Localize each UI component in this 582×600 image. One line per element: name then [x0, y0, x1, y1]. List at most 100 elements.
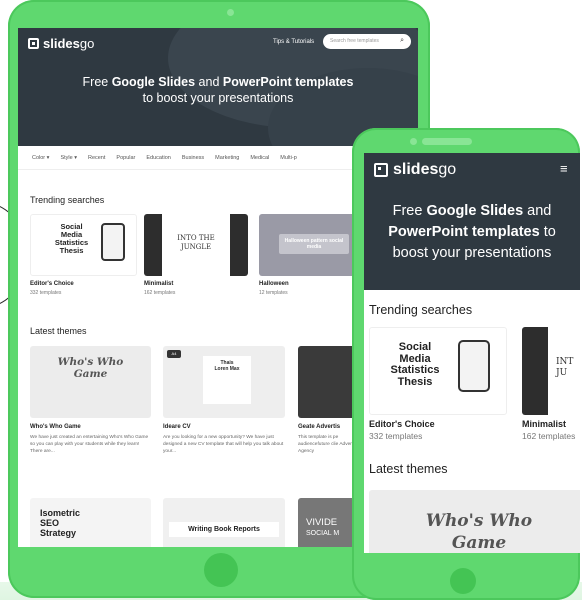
thumb-text: Isometric	[40, 508, 81, 518]
trending-count: 162 templates	[144, 290, 176, 296]
phone-logo[interactable]: slidesgo	[374, 161, 456, 179]
phone-hero-headline: Free Google Slides and PowerPoint templa…	[370, 201, 574, 264]
phone-trending-name[interactable]: Minimalist	[522, 419, 566, 429]
category-item[interactable]: Style ▾	[60, 155, 77, 161]
thumb-text: Who's Who	[57, 356, 124, 368]
phone-illustration-icon	[101, 223, 125, 261]
latest-desc: Are you looking for a new opportunity? W…	[163, 435, 284, 454]
latest-title: Latest themes	[30, 326, 87, 336]
category-item[interactable]: Recent	[88, 155, 105, 161]
phone-trending-thumb-minimalist[interactable]: INT JU	[522, 327, 580, 415]
phone-trending-count: 332 templates	[369, 431, 423, 441]
illustration-stage: slidesgo Tips & Tutorials Search free te…	[0, 0, 582, 600]
hamburger-menu-icon[interactable]: ≡	[560, 161, 568, 176]
search-icon[interactable]: ⌕	[400, 37, 404, 45]
search-input[interactable]: Search free templates ⌕	[323, 34, 411, 49]
hero-text: to	[539, 224, 556, 240]
slidesgo-logo-icon	[374, 163, 388, 177]
phone-camera	[410, 138, 417, 145]
category-item[interactable]: Popular	[116, 155, 135, 161]
trending-title: Trending searches	[30, 195, 105, 205]
thumb-text: Media	[399, 352, 431, 365]
leaf-decoration	[230, 214, 248, 276]
hero-text: Free	[392, 203, 427, 219]
cv-card: Thais Loren Max	[203, 356, 251, 404]
hero-bold: PowerPoint templates	[388, 224, 540, 240]
thumb-text: INT	[556, 357, 574, 367]
trending-name[interactable]: Halloween	[259, 281, 289, 287]
hero-text: and	[195, 75, 223, 89]
category-item[interactable]: Multi-p	[280, 155, 297, 161]
tips-link[interactable]: Tips & Tutorials	[273, 39, 314, 45]
hero-text: boost your presentations	[392, 245, 552, 261]
thumb-text: JU	[556, 368, 568, 378]
thumb-text: Game	[451, 533, 507, 553]
thumb-text: Statistics	[390, 364, 440, 376]
trending-thumb-minimalist[interactable]: INTO THE JUNGLE	[144, 214, 248, 276]
slidesgo-logo-icon	[28, 38, 39, 49]
tablet-hero: slidesgo Tips & Tutorials Search free te…	[18, 28, 418, 146]
thumb-text: Halloween pattern social media	[279, 234, 349, 254]
trending-count: 332 templates	[30, 290, 62, 296]
hero-bold: Google Slides	[111, 75, 196, 89]
latest-name[interactable]: Geate Advertis	[298, 424, 340, 430]
leaf-decoration	[522, 327, 548, 415]
phone-trending-thumb-editors-choice[interactable]: Social Media Statistics Thesis	[369, 327, 507, 415]
thumb-writing-book-reports[interactable]: Writing Book Reports	[163, 498, 285, 547]
thumb-text: JUNGLE	[180, 243, 212, 251]
leaf-decoration	[144, 214, 162, 276]
hero-text: and	[523, 203, 552, 219]
phone-speaker	[422, 138, 472, 145]
hero-bold: PowerPoint templates	[222, 75, 354, 89]
category-item[interactable]: Business	[182, 155, 204, 161]
category-item[interactable]: Education	[146, 155, 170, 161]
hero-bold: Google Slides	[426, 203, 524, 219]
trending-name[interactable]: Editor's Choice	[30, 281, 74, 287]
thumb-text: Social	[398, 341, 432, 353]
hero-text: Free	[82, 75, 112, 89]
phone-hero: slidesgo ≡ Free Google Slides and PowerP…	[364, 153, 580, 290]
phone-home-button[interactable]	[450, 568, 476, 594]
phone-illustration-icon	[458, 340, 490, 392]
thumb-text: Game	[73, 368, 108, 380]
trending-count: 12 templates	[259, 290, 288, 296]
hero-line2: to boost your presentations	[142, 91, 294, 105]
trending-name[interactable]: Minimalist	[144, 281, 173, 287]
thumb-isometric-seo[interactable]: Isometric SEO Strategy	[30, 498, 151, 547]
thumb-text: INTO THE	[177, 234, 215, 242]
tablet-logo[interactable]: slidesgo	[28, 36, 94, 51]
tablet-camera	[227, 9, 234, 16]
phone-latest-title: Latest themes	[369, 462, 448, 476]
thumb-text: Loren Max	[214, 366, 240, 372]
phone-screen: slidesgo ≡ Free Google Slides and PowerP…	[364, 153, 580, 553]
trending-thumb-halloween[interactable]: Halloween pattern social media	[259, 214, 363, 276]
thumb-text: SOCIAL M	[306, 530, 340, 537]
category-item[interactable]: Marketing	[215, 155, 239, 161]
phone-trending-name[interactable]: Editor's Choice	[369, 419, 435, 429]
category-item[interactable]: Color ▾	[32, 155, 49, 161]
thumb-text: VIVIDE	[306, 517, 338, 528]
thumb-text: Strategy	[40, 528, 77, 538]
logo-bold: slides	[43, 36, 80, 51]
logo-rest: go	[438, 161, 457, 178]
thumb-text: Thesis	[59, 246, 84, 255]
phone-trending-title: Trending searches	[369, 303, 473, 317]
search-placeholder: Search free templates	[330, 38, 379, 44]
thumb-text: Writing Book Reports	[169, 522, 279, 537]
a4-badge: A4	[167, 350, 181, 358]
latest-name[interactable]: Who's Who Game	[30, 424, 81, 430]
phone-device: slidesgo ≡ Free Google Slides and PowerP…	[352, 128, 580, 600]
category-item[interactable]: Medical	[250, 155, 269, 161]
phone-trending-count: 162 templates	[522, 431, 576, 441]
thumb-text: SEO	[40, 518, 60, 528]
tablet-home-button[interactable]	[204, 553, 238, 587]
logo-rest: go	[79, 36, 95, 51]
latest-desc: We have just created an entertaining Who…	[30, 435, 149, 454]
latest-thumb-whos-who[interactable]: Who's Who Game	[30, 346, 151, 418]
hero-headline: Free Google Slides and PowerPoint templa…	[18, 74, 418, 106]
latest-name[interactable]: Ideare CV	[163, 424, 191, 430]
trending-thumb-editors-choice[interactable]: Social Media Statistics Thesis	[30, 214, 137, 276]
latest-thumb-ideare-cv[interactable]: A4 Thais Loren Max	[163, 346, 285, 418]
thumb-text: Thesis	[397, 375, 433, 388]
phone-latest-thumb-whos-who[interactable]: Who's Who Game	[369, 490, 580, 553]
